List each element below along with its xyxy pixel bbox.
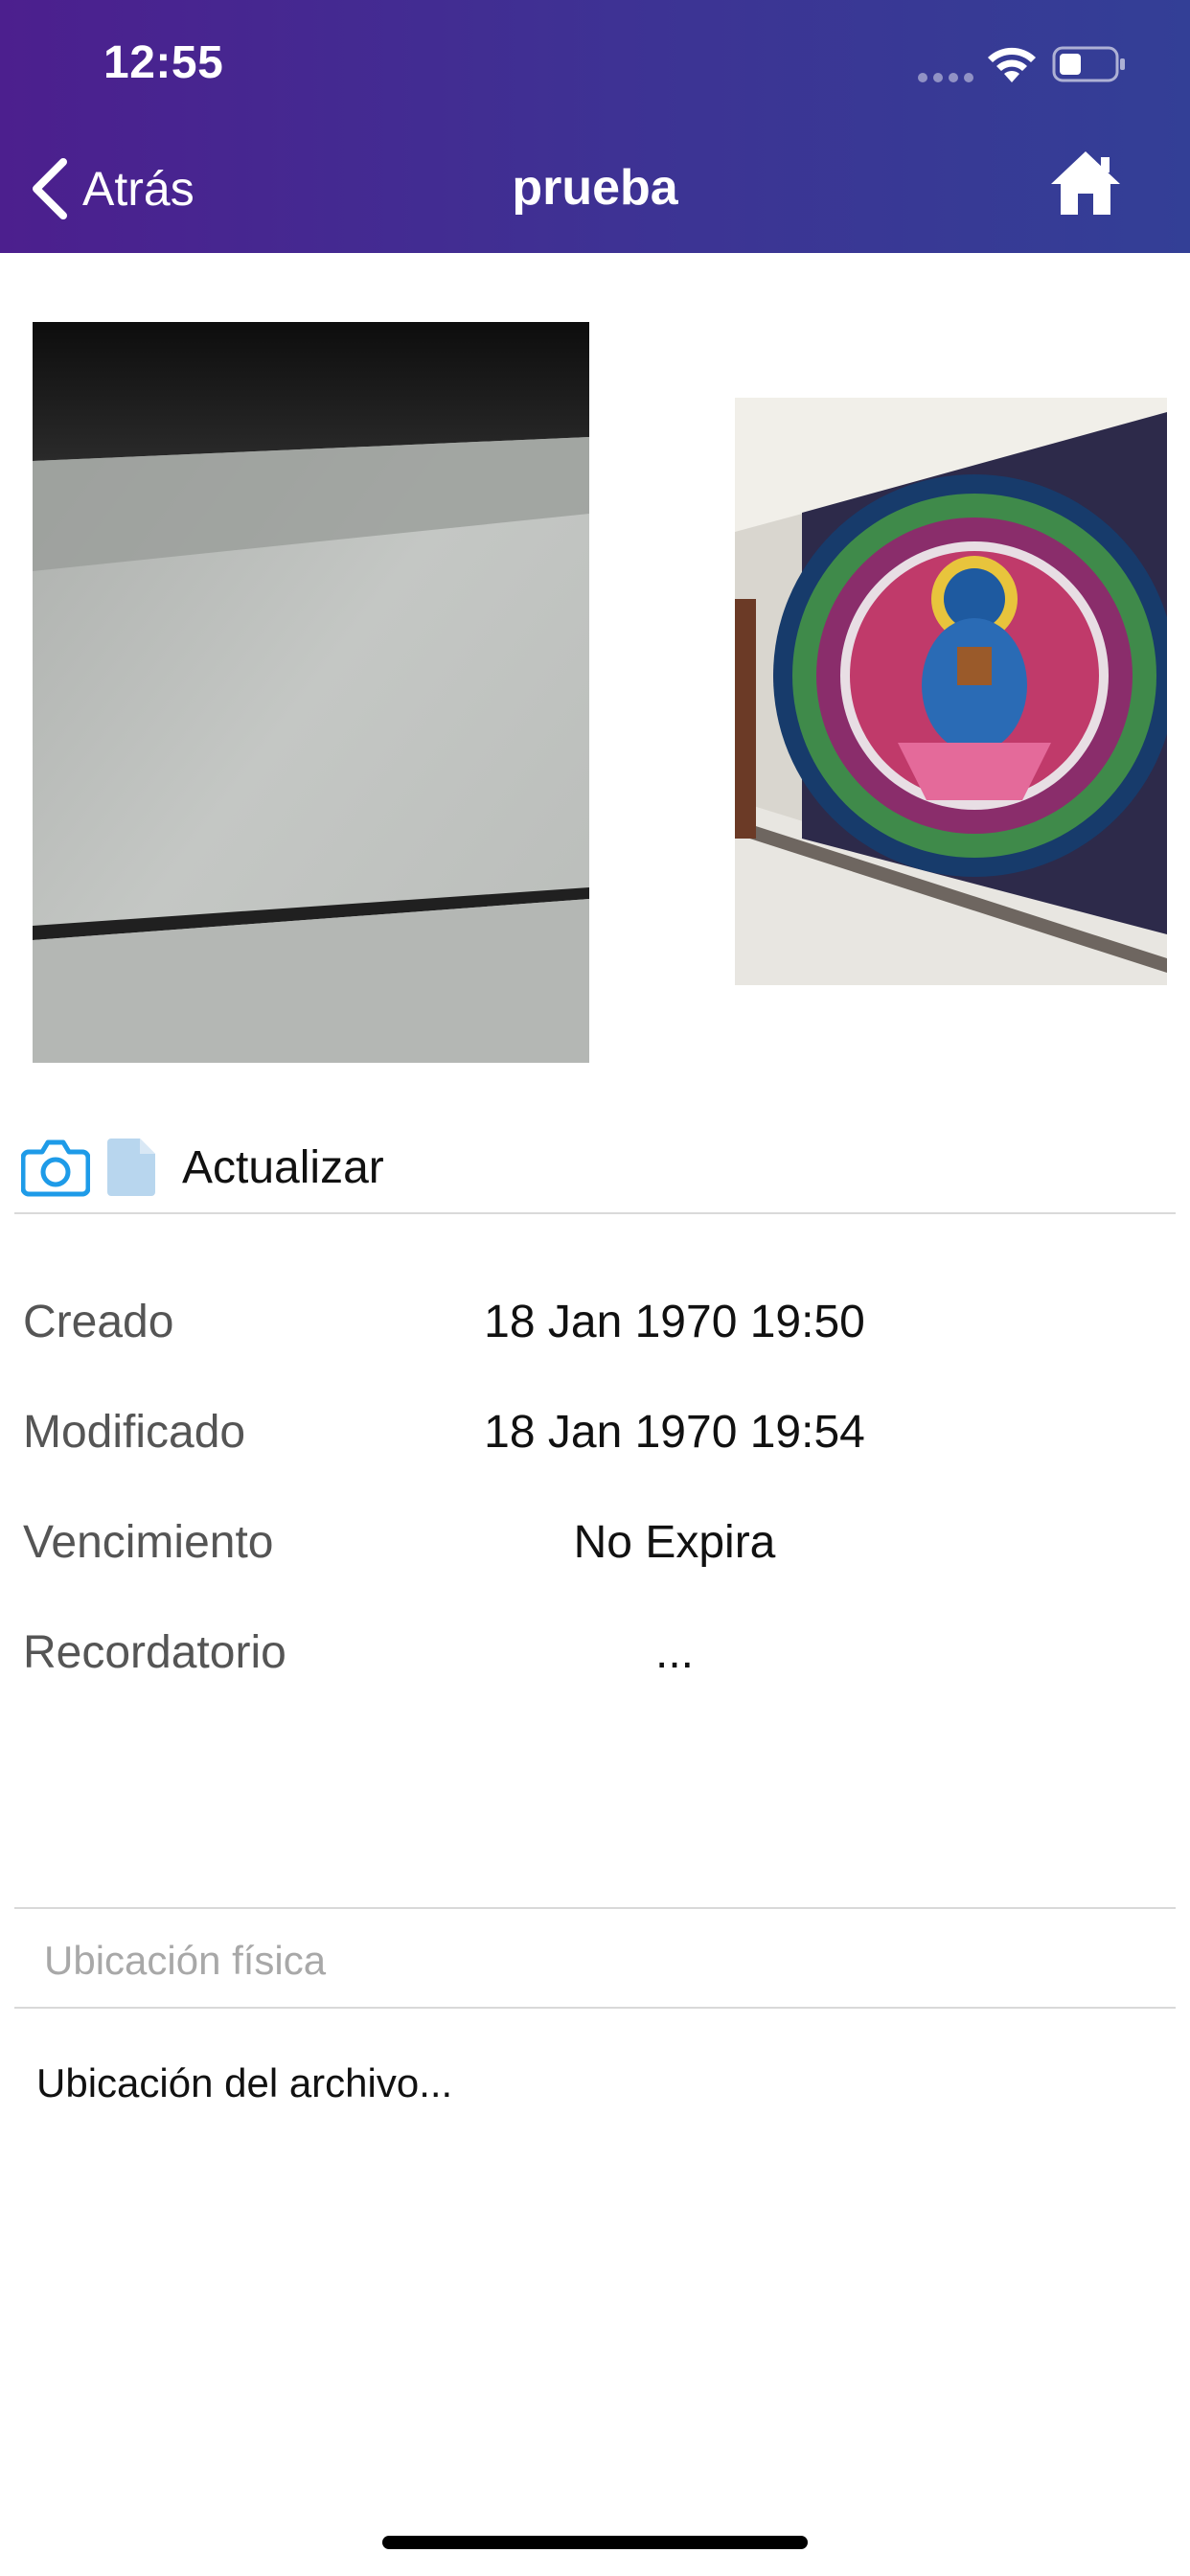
home-indicator[interactable] <box>382 2536 808 2549</box>
image-thumbnail-surface[interactable] <box>33 322 589 1063</box>
surface-photo <box>33 322 589 1063</box>
page-title: prueba <box>512 160 678 216</box>
reminder-label: Recordatorio <box>23 1627 286 1678</box>
reminder-value[interactable]: ... <box>410 1626 939 1679</box>
cellular-signal-icon <box>918 73 973 82</box>
created-value: 18 Jan 1970 19:50 <box>484 1297 865 1347</box>
document-detail-screen: 12:55 Atrás prueba Actualizar Creado 18 … <box>0 0 1190 2576</box>
document-actions: Actualizar <box>21 1129 1169 1206</box>
image-thumbnail-mural[interactable] <box>735 398 1167 985</box>
battery-icon <box>1052 46 1125 82</box>
modified-label: Modificado <box>23 1407 246 1458</box>
status-time: 12:55 <box>103 37 224 88</box>
home-icon[interactable] <box>1049 150 1122 217</box>
created-label: Creado <box>23 1297 174 1347</box>
divider <box>14 2007 1176 2009</box>
update-button[interactable]: Actualizar <box>182 1141 384 1194</box>
expiration-value[interactable]: No Expira <box>410 1516 939 1569</box>
app-header: 12:55 Atrás prueba <box>0 0 1190 253</box>
wifi-icon <box>988 47 1036 82</box>
modified-value: 18 Jan 1970 19:54 <box>484 1407 865 1458</box>
divider <box>14 1907 1176 1909</box>
camera-icon[interactable] <box>21 1137 90 1198</box>
divider <box>14 1212 1176 1214</box>
file-icon[interactable] <box>107 1138 155 1196</box>
file-location-field[interactable]: Ubicación del archivo... <box>36 2060 1148 2425</box>
expiration-label: Vencimiento <box>23 1517 274 1568</box>
physical-location-input[interactable] <box>44 1932 1146 1990</box>
mural-photo <box>735 398 1167 985</box>
